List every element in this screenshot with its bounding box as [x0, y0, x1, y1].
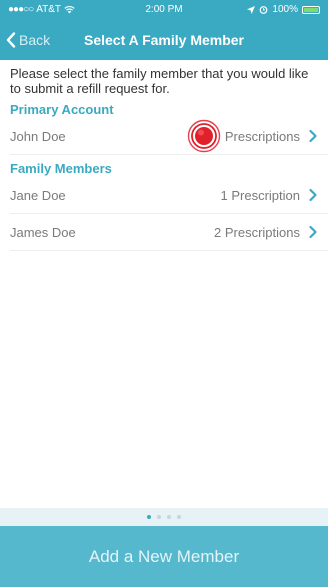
prescription-count: 2 Prescriptions — [214, 224, 300, 240]
page-indicator — [0, 508, 328, 526]
prescription-count: Prescriptions — [224, 128, 300, 144]
status-right: 100% — [247, 4, 320, 15]
member-name: Jane Doe — [10, 187, 66, 203]
prescription-count: 1 Prescription — [220, 187, 300, 203]
page-dot[interactable] — [167, 515, 171, 519]
member-name: James Doe — [10, 224, 76, 240]
location-arrow-icon — [247, 5, 256, 14]
section-header-family: Family Members — [10, 161, 112, 176]
chevron-right-icon — [309, 188, 317, 202]
battery-icon — [302, 5, 320, 14]
chevron-right-icon — [309, 129, 317, 143]
intro-text: Please select the family member that you… — [10, 66, 309, 96]
member-row-john-doe[interactable]: John Doe Prescriptions — [10, 118, 328, 155]
nav-bar: Back Select A Family Member — [0, 20, 328, 60]
app-screen: ●●●○○ AT&T 2:00 PM 100% Back Select A Fa… — [0, 0, 328, 587]
page-title: Select A Family Member — [83, 32, 245, 48]
battery-percent: 100% — [272, 4, 298, 15]
alarm-icon — [260, 6, 268, 14]
member-row-james-doe[interactable]: James Doe 2 Prescriptions — [10, 214, 328, 251]
status-bar: ●●●○○ AT&T 2:00 PM 100% — [0, 0, 328, 20]
section-header-primary: Primary Account — [10, 102, 114, 117]
add-new-member-button[interactable]: Add a New Member — [0, 526, 328, 587]
chevron-right-icon — [309, 225, 317, 239]
member-name: John Doe — [10, 128, 66, 144]
page-dot[interactable] — [147, 515, 151, 519]
page-dot[interactable] — [157, 515, 161, 519]
member-row-jane-doe[interactable]: Jane Doe 1 Prescription — [10, 177, 328, 214]
page-dot[interactable] — [177, 515, 181, 519]
main-content: Please select the family member that you… — [0, 60, 328, 251]
